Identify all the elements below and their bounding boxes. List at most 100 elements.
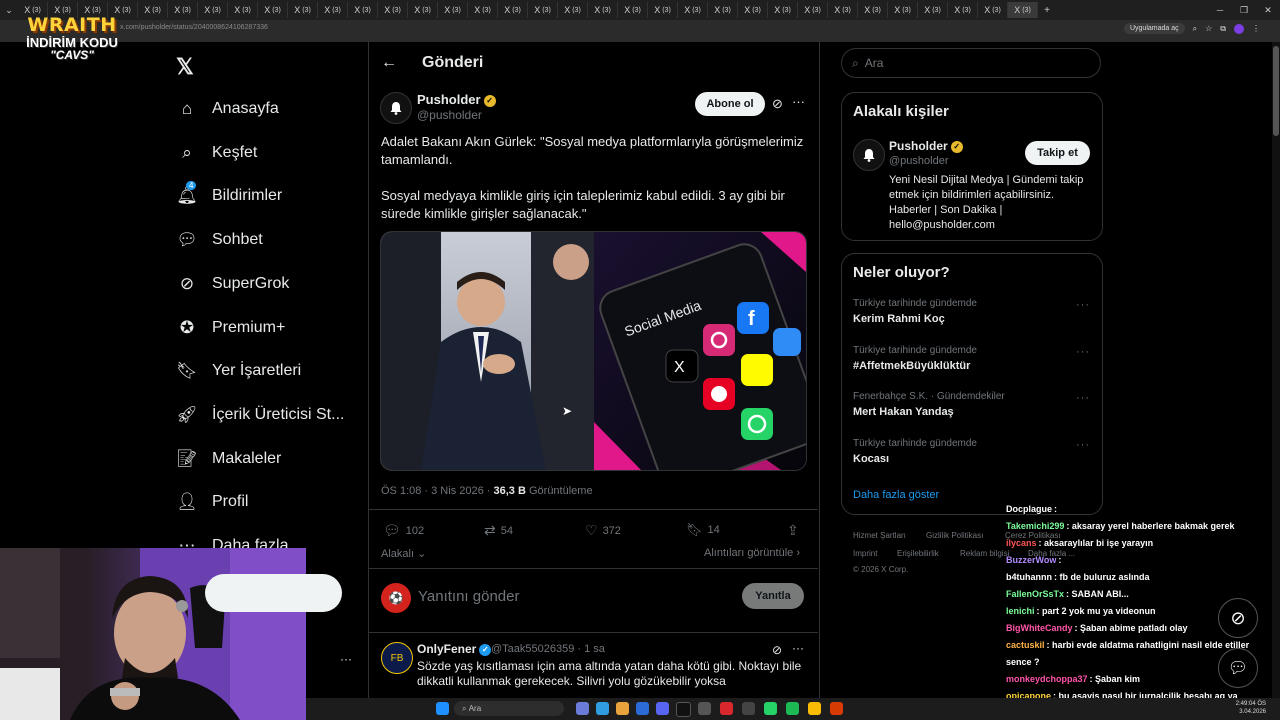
x-logo-icon[interactable]: 𝕏 — [176, 54, 194, 80]
sidebar-item-search[interactable]: ⌕ Keşfet — [176, 138, 257, 168]
browser-tab[interactable]: X (3) — [828, 2, 858, 18]
extensions-icon[interactable]: ⧉ — [1220, 24, 1226, 34]
comment-author[interactable]: OnlyFener — [417, 642, 476, 656]
sidebar-item-home[interactable]: ⌂ Anasayfa — [176, 94, 279, 124]
sidebar-item-person[interactable]: 👤︎ Profil — [176, 487, 248, 517]
browser-tab[interactable]: X (3) — [948, 2, 978, 18]
footer-link[interactable]: Gizlilik Politikası — [926, 531, 983, 540]
footer-link[interactable]: Imprint — [853, 549, 877, 558]
new-tab-icon[interactable]: + — [1038, 5, 1056, 16]
user-avatar[interactable]: ⚽ — [381, 583, 411, 613]
show-more-link[interactable]: Daha fazla göster — [853, 489, 939, 501]
trend-name[interactable]: Mert Hakan Yandaş — [853, 406, 954, 418]
sort-dropdown[interactable]: Alakalı ⌄ — [381, 547, 426, 560]
restore-icon[interactable]: ❐ — [1232, 5, 1256, 16]
address-bar[interactable]: x.com/pusholder/status/20400086241062873… — [0, 20, 1280, 42]
browser-tab[interactable]: X (3) — [348, 2, 378, 18]
spotify-icon[interactable] — [786, 702, 799, 715]
footer-link[interactable]: Erişilebilirlik — [897, 549, 939, 558]
post-image[interactable]: Social Media f X — [380, 231, 807, 471]
app-icon[interactable] — [636, 702, 649, 715]
star-icon[interactable]: ☆ — [1205, 24, 1212, 33]
trend-name[interactable]: Kerim Rahmi Koç — [853, 313, 945, 325]
browser-tab[interactable]: X (3) — [768, 2, 798, 18]
bookmark-action[interactable]: 🔖︎ 14 — [686, 522, 720, 538]
sidebar-item-premium[interactable]: ✪ Premium+ — [176, 313, 285, 343]
post-button[interactable] — [205, 574, 342, 612]
sidebar-item-grok[interactable]: ⊘ SuperGrok — [176, 269, 290, 299]
sidebar-item-chat[interactable]: 💬︎ Sohbet — [176, 225, 263, 255]
follow-button[interactable]: Takip et — [1025, 141, 1090, 165]
sidebar-item-rocket[interactable]: 🚀︎ İçerik Üreticisi St... — [176, 400, 344, 430]
more-options-icon[interactable]: ··· — [792, 641, 804, 655]
whatsapp-icon[interactable] — [764, 702, 777, 715]
share-action[interactable]: ⇪ — [787, 522, 799, 539]
account-more-icon[interactable]: ··· — [340, 652, 352, 666]
folder-icon[interactable] — [616, 702, 629, 715]
browser-tab[interactable]: X (3) — [408, 2, 438, 18]
trend-more-icon[interactable]: ··· — [1076, 346, 1090, 358]
author-name-row[interactable]: Pusholder ✓ — [417, 92, 496, 107]
browser-tab[interactable]: X (3) — [168, 2, 198, 18]
minimize-icon[interactable]: ─ — [1208, 5, 1232, 15]
like-action[interactable]: ♡ 372 — [585, 522, 621, 539]
start-icon[interactable] — [436, 702, 449, 715]
app-icon[interactable] — [676, 702, 691, 717]
subscribe-button[interactable]: Abone ol — [695, 92, 765, 116]
browser-tab[interactable]: X (3) — [138, 2, 168, 18]
tab-active[interactable]: X (3) — [1008, 2, 1038, 18]
comment-avatar[interactable]: FB — [381, 642, 413, 674]
open-in-app-chip[interactable]: Uygulamada aç — [1123, 23, 1185, 34]
trend-more-icon[interactable]: ··· — [1076, 299, 1090, 311]
grok-icon[interactable]: ⊘ — [772, 96, 783, 112]
taskbar-search[interactable]: ⌕ Ara — [454, 701, 564, 716]
trend-more-icon[interactable]: ··· — [1076, 392, 1090, 404]
trend-name[interactable]: Kocası — [853, 453, 889, 465]
footer-link[interactable]: Hizmet Şartları — [853, 531, 906, 540]
app-icon[interactable] — [720, 702, 733, 715]
comment-author-row[interactable]: OnlyFener ✓ — [417, 642, 492, 656]
chrome-icon[interactable] — [808, 702, 821, 715]
sidebar-item-bookmark[interactable]: 🔖︎ Yer İşaretleri — [176, 356, 301, 386]
related-name[interactable]: Pusholder — [889, 139, 948, 153]
grok-icon[interactable]: ⊘ — [772, 643, 782, 657]
related-handle[interactable]: @pusholder — [889, 155, 948, 167]
browser-tab[interactable]: X (3) — [198, 2, 228, 18]
reply-input[interactable]: Yanıtını gönder — [418, 588, 519, 605]
browser-tab[interactable]: X (3) — [228, 2, 258, 18]
browser-tab[interactable]: X (3) — [648, 2, 678, 18]
close-window-icon[interactable]: ✕ — [1256, 5, 1280, 16]
author-handle[interactable]: @pusholder — [417, 108, 482, 122]
back-arrow-icon[interactable]: ← — [381, 54, 397, 72]
trend-name[interactable]: #AffetmekBüyüklüktür — [853, 360, 970, 372]
browser-tab[interactable]: X (3) — [468, 2, 498, 18]
browser-tab[interactable]: X (3) — [258, 2, 288, 18]
app-icon[interactable] — [698, 702, 711, 715]
related-name-row[interactable]: Pusholder ✓ — [889, 139, 963, 153]
app-icon[interactable] — [830, 702, 843, 715]
author-name[interactable]: Pusholder — [417, 92, 481, 107]
author-avatar[interactable] — [380, 92, 412, 124]
scrollbar[interactable] — [1272, 42, 1280, 698]
browser-tab[interactable]: X (3) — [708, 2, 738, 18]
browser-tab[interactable]: X (3) — [738, 2, 768, 18]
scrollbar-thumb[interactable] — [1273, 46, 1279, 136]
zoom-icon[interactable]: ⌕ — [1193, 24, 1197, 34]
browser-tab[interactable]: X (3) — [528, 2, 558, 18]
menu-icon[interactable]: ⋮ — [1252, 24, 1260, 33]
profile-icon[interactable] — [1234, 23, 1244, 34]
search-input[interactable]: ⌕ Ara — [841, 48, 1101, 78]
browser-tab[interactable]: X (3) — [498, 2, 528, 18]
browser-tab[interactable]: X (3) — [438, 2, 468, 18]
reply-button[interactable]: Yanıtla — [742, 583, 804, 609]
discord-icon[interactable] — [656, 702, 669, 715]
app-icon[interactable] — [596, 702, 609, 715]
comment-handle[interactable]: @Taak55026359 · 1 sa — [491, 643, 605, 655]
view-quotes-link[interactable]: Alıntıları görüntüle › — [704, 547, 800, 559]
browser-tab[interactable]: X (3) — [888, 2, 918, 18]
url-text[interactable]: x.com/pusholder/status/20400086241062873… — [120, 24, 268, 31]
sidebar-item-bell[interactable]: 🔔︎ 4 Bildirimler — [176, 181, 282, 211]
post-time[interactable]: ÖS 1:08 · 3 Nis 2026 · — [381, 485, 494, 497]
browser-tab[interactable]: X (3) — [978, 2, 1008, 18]
browser-tab[interactable]: X (3) — [318, 2, 348, 18]
